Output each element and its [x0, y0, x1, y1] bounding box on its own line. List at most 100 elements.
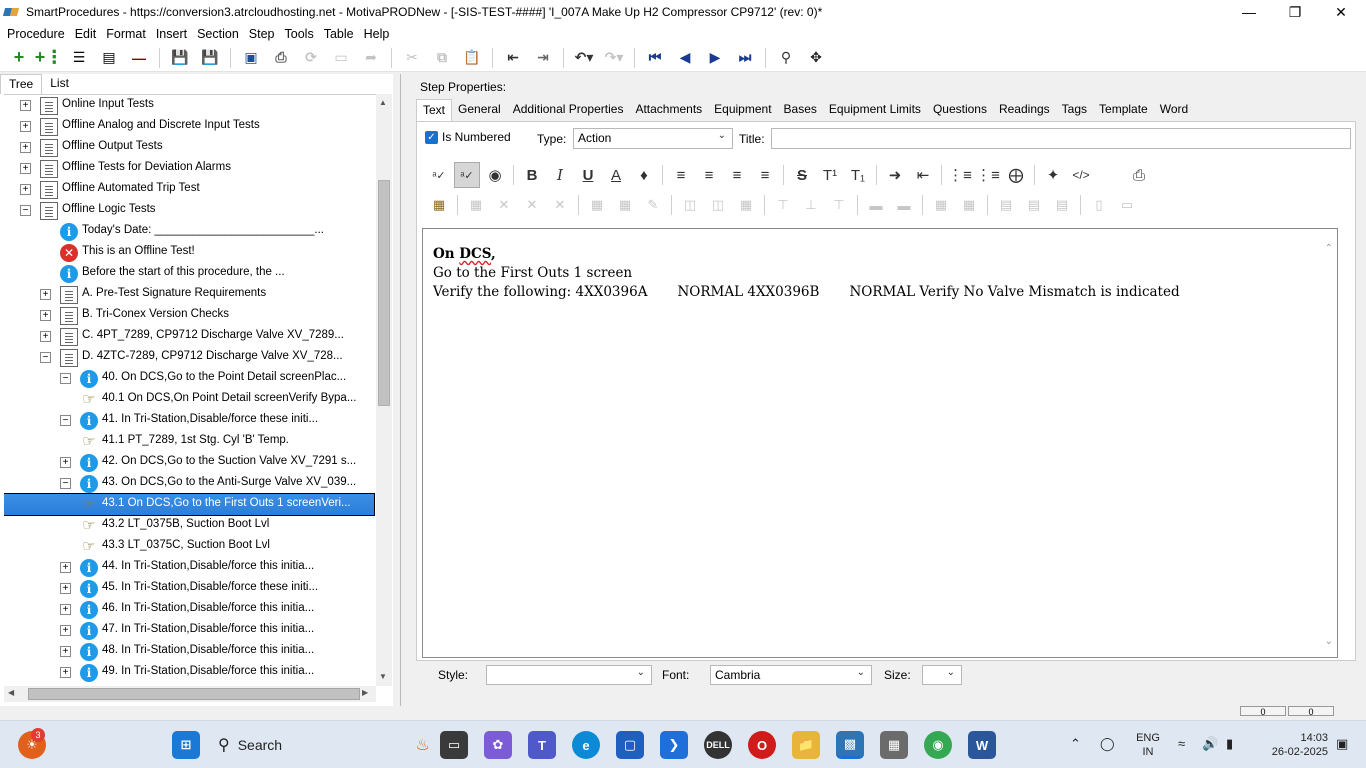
- move-icon[interactable]: ✥: [804, 47, 828, 69]
- column-left-icon[interactable]: ◫: [677, 192, 703, 218]
- paste-icon[interactable]: 📋: [460, 47, 484, 69]
- delete-row-icon[interactable]: ✕: [547, 192, 573, 218]
- html-code-icon[interactable]: </>: [1068, 162, 1094, 188]
- tree-item[interactable]: ☞ 43.1 On DCS,Go to the First Outs 1 scre…: [4, 493, 375, 516]
- collapse-icon[interactable]: −: [40, 352, 51, 363]
- cell-format-icon[interactable]: ▦: [956, 192, 982, 218]
- decrease-indent-icon[interactable]: ⇤: [910, 162, 936, 188]
- tab-word[interactable]: Word: [1154, 99, 1194, 121]
- file-explorer-icon[interactable]: 📁: [792, 731, 820, 759]
- auto-spellcheck-icon[interactable]: ᵃ✓: [454, 162, 480, 188]
- tab-additional-properties[interactable]: Additional Properties: [507, 99, 630, 121]
- battery-icon[interactable]: ▮: [1226, 737, 1233, 751]
- tree-item[interactable]: + Offline Tests for Deviation Alarms: [4, 158, 374, 179]
- first-step-icon[interactable]: ⏮: [643, 47, 667, 69]
- tree-item[interactable]: + i 47. In Tri-Station,Disable/force this …: [4, 620, 374, 641]
- cut-icon[interactable]: ✂: [400, 47, 424, 69]
- delete-table-icon[interactable]: ✕: [491, 192, 517, 218]
- tree-item[interactable]: ✕ This is an Offline Test!: [4, 242, 374, 263]
- copy-icon[interactable]: ⧉: [430, 47, 454, 69]
- taskbar-search[interactable]: ⚲ Search ♨: [218, 731, 430, 759]
- collapse-icon[interactable]: −: [60, 415, 71, 426]
- edge-icon[interactable]: e: [572, 731, 600, 759]
- add-icon[interactable]: +: [7, 47, 31, 69]
- tree-item[interactable]: − i 41. In Tri-Station,Disable/force these…: [4, 410, 374, 431]
- menu-edit[interactable]: Edit: [70, 27, 102, 41]
- scroll-thumb[interactable]: [378, 180, 390, 406]
- expand-icon[interactable]: +: [60, 667, 71, 678]
- teams-icon[interactable]: T: [528, 731, 556, 759]
- indent-icon[interactable]: ⇤: [501, 47, 525, 69]
- align-bottom-icon[interactable]: ▤: [1049, 192, 1075, 218]
- bullet-list-icon[interactable]: ⋮≡: [947, 162, 973, 188]
- expand-icon[interactable]: +: [40, 289, 51, 300]
- undo-icon[interactable]: ↶▾: [572, 47, 596, 69]
- print-icon[interactable]: ⎙: [269, 47, 293, 69]
- tab-tags[interactable]: Tags: [1056, 99, 1093, 121]
- store-icon[interactable]: ▢: [616, 731, 644, 759]
- save-all-icon[interactable]: 💾: [168, 47, 192, 69]
- row-above-icon[interactable]: ⊤: [770, 192, 796, 218]
- close-button[interactable]: ✕: [1318, 0, 1364, 24]
- cell-props-icon[interactable]: ▦: [928, 192, 954, 218]
- task-view-icon[interactable]: ▭: [440, 731, 468, 759]
- insert-table-icon[interactable]: ▦: [426, 192, 452, 218]
- is-numbered-checkbox[interactable]: ✓ Is Numbered: [425, 130, 511, 144]
- align-left-icon[interactable]: ≡: [668, 162, 694, 188]
- clock[interactable]: 14:03 26-02-2025: [1254, 731, 1328, 759]
- tab-questions[interactable]: Questions: [927, 99, 993, 121]
- tree-item[interactable]: ☞ 40.1 On DCS,On Point Detail screenVerif…: [4, 389, 374, 410]
- tree-item[interactable]: + Offline Analog and Discrete Input Tests: [4, 116, 374, 137]
- collapse-icon[interactable]: −: [60, 373, 71, 384]
- tree-item[interactable]: + i 48. In Tri-Station,Disable/force this …: [4, 641, 374, 662]
- remote-desktop-icon[interactable]: ▦: [880, 731, 908, 759]
- row-height-icon[interactable]: ▭: [1114, 192, 1140, 218]
- chevron-up-icon[interactable]: ⌃: [1070, 737, 1081, 751]
- menu-help[interactable]: Help: [359, 27, 395, 41]
- tree-item[interactable]: + Online Input Tests: [4, 95, 374, 116]
- table-edit-icon[interactable]: ▦: [612, 192, 638, 218]
- tree-item[interactable]: + A. Pre-Test Signature Requirements: [4, 284, 374, 305]
- expand-icon[interactable]: +: [60, 625, 71, 636]
- justify-icon[interactable]: ≡: [752, 162, 778, 188]
- table-grid-icon[interactable]: ▦: [584, 192, 610, 218]
- menu-section[interactable]: Section: [192, 27, 244, 41]
- tree-item[interactable]: − Offline Logic Tests: [4, 200, 374, 221]
- font-select[interactable]: Cambria ⌄: [710, 665, 872, 685]
- menu-format[interactable]: Format: [101, 27, 151, 41]
- tab-tree[interactable]: Tree: [0, 74, 43, 94]
- tree-item[interactable]: + i 46. In Tri-Station,Disable/force this …: [4, 599, 374, 620]
- next-step-icon[interactable]: ▶: [703, 47, 727, 69]
- font-color-icon[interactable]: A: [603, 162, 629, 188]
- menu-step[interactable]: Step: [244, 27, 280, 41]
- align-right-icon[interactable]: ≡: [724, 162, 750, 188]
- tree-item[interactable]: ☞ 41.1 PT_7289, 1st Stg. Cyl 'B' Temp.: [4, 431, 374, 452]
- list-edit-icon[interactable]: ▤: [97, 47, 121, 69]
- table-pen-icon[interactable]: ✎: [640, 192, 666, 218]
- tab-equipment-limits[interactable]: Equipment Limits: [823, 99, 927, 121]
- scroll-up-icon[interactable]: ⌃: [1325, 243, 1333, 254]
- tab-attachments[interactable]: Attachments: [629, 99, 708, 121]
- opera-icon[interactable]: O: [748, 731, 776, 759]
- strikethrough-icon[interactable]: S: [789, 162, 815, 188]
- expand-icon[interactable]: +: [20, 184, 31, 195]
- spellcheck-icon[interactable]: ᵃ✓: [426, 162, 452, 188]
- expand-icon[interactable]: +: [20, 163, 31, 174]
- restore-button[interactable]: ❐: [1272, 0, 1318, 24]
- word-icon[interactable]: W: [968, 731, 996, 759]
- tree-item[interactable]: − i 43. On DCS,Go to the Anti-Surge Valve …: [4, 473, 374, 494]
- refresh-icon[interactable]: ⟳: [299, 47, 323, 69]
- size-select[interactable]: ⌄: [922, 665, 962, 685]
- tree-item[interactable]: + i 49. In Tri-Station,Disable/force this …: [4, 662, 374, 683]
- chrome-icon[interactable]: ◉: [924, 731, 952, 759]
- find-icon[interactable]: ⚲: [774, 47, 798, 69]
- align-center-icon[interactable]: ≡: [696, 162, 722, 188]
- redo-icon[interactable]: ↷▾: [602, 47, 626, 69]
- tab-list[interactable]: List: [42, 74, 77, 94]
- wifi-icon[interactable]: ≈: [1178, 737, 1185, 751]
- tree-item[interactable]: − i 40. On DCS,Go to the Point Detail scre…: [4, 368, 374, 389]
- tree-item[interactable]: ☞ 43.2 LT_0375B, Suction Boot Lvl: [4, 515, 374, 536]
- tree-horizontal-scrollbar[interactable]: ◀ ▶: [4, 686, 376, 702]
- tree-item[interactable]: ☞ 43.3 LT_0375C, Suction Boot Lvl: [4, 536, 374, 557]
- tree-item[interactable]: + Offline Automated Trip Test: [4, 179, 374, 200]
